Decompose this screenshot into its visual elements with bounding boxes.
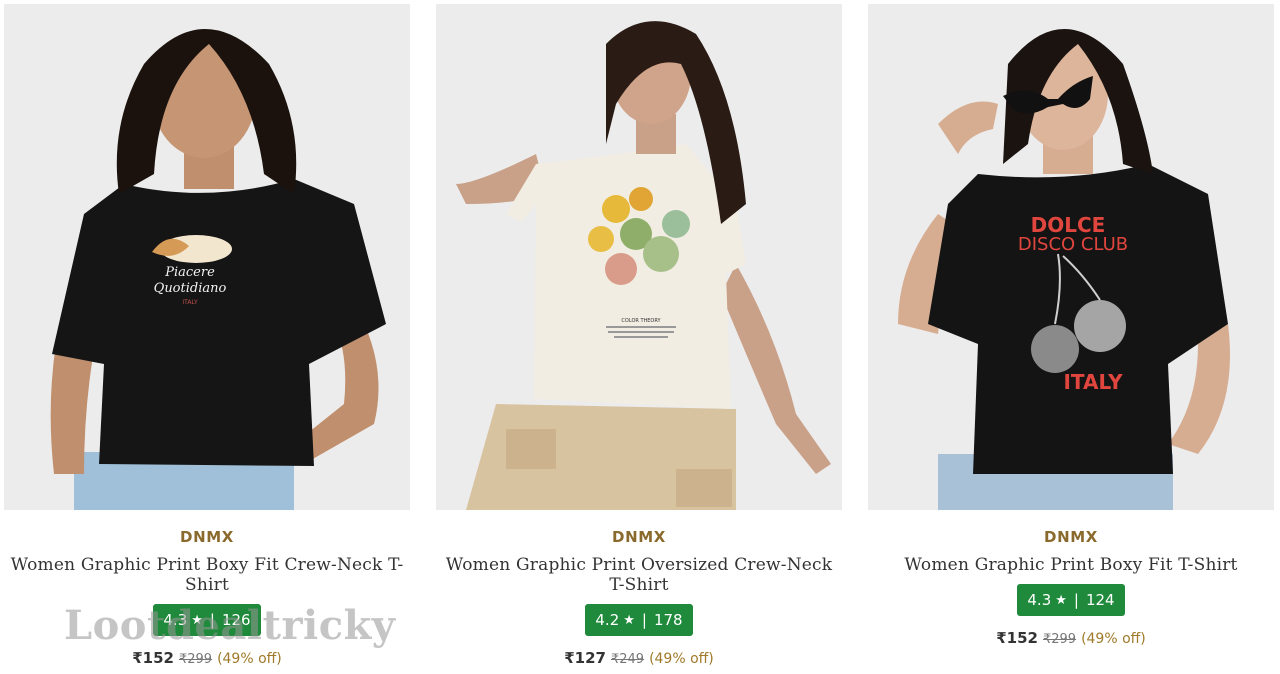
discount-percent: (49% off) xyxy=(217,651,282,667)
rating-value: 4.3 xyxy=(163,611,188,629)
product-title[interactable]: Women Graphic Print Boxy Fit Crew-Neck T… xyxy=(7,555,407,595)
product-title[interactable]: Women Graphic Print Oversized Crew-Neck … xyxy=(439,555,839,595)
product-image[interactable]: COLOR THEORY xyxy=(436,4,842,510)
brand-name: DNMX xyxy=(612,528,666,546)
rating-badge: 4.3 ★ | 126 xyxy=(153,604,261,636)
mrp-price: ₹299 xyxy=(1042,632,1077,647)
print-line-1: COLOR THEORY xyxy=(621,318,661,324)
review-count: 124 xyxy=(1085,591,1115,609)
rating-value: 4.3 xyxy=(1027,591,1052,609)
rating-separator: | xyxy=(641,611,647,629)
rating-separator: | xyxy=(1073,591,1079,609)
print-line-3: ITALY xyxy=(1063,370,1123,394)
selling-price: ₹152 xyxy=(996,629,1038,647)
discount-percent: (49% off) xyxy=(1081,631,1146,647)
product-image[interactable]: DOLCE DISCO CLUB ITALY xyxy=(868,4,1274,510)
review-count: 126 xyxy=(221,611,251,629)
rating-value: 4.2 xyxy=(595,611,620,629)
star-icon: ★ xyxy=(191,612,203,628)
mrp-price: ₹299 xyxy=(178,652,213,667)
rating-separator: | xyxy=(209,611,215,629)
discount-percent: (49% off) xyxy=(649,651,714,667)
brand-name: DNMX xyxy=(180,528,234,546)
mrp-price: ₹249 xyxy=(610,652,645,667)
print-line-2: DISCO CLUB xyxy=(1018,234,1128,255)
price-row: ₹152 ₹299 (49% off) xyxy=(132,649,282,667)
product-card[interactable]: Piacere Quotidiano ITALY DNMX Women Grap… xyxy=(4,4,410,672)
rating-badge: 4.3 ★ | 124 xyxy=(1017,584,1125,616)
print-line-2: Quotidiano xyxy=(154,281,227,296)
review-count: 178 xyxy=(653,611,683,629)
print-line-1: Piacere xyxy=(164,265,215,280)
product-card[interactable]: COLOR THEORY DNMX Women Graphic Print Ov… xyxy=(436,4,842,672)
price-row: ₹127 ₹249 (49% off) xyxy=(564,649,714,667)
selling-price: ₹127 xyxy=(564,649,606,667)
price-row: ₹152 ₹299 (49% off) xyxy=(996,629,1146,647)
rating-badge: 4.2 ★ | 178 xyxy=(585,604,693,636)
model-photo: DOLCE DISCO CLUB ITALY xyxy=(868,4,1274,510)
product-card[interactable]: DOLCE DISCO CLUB ITALY DNMX Women Graphi… xyxy=(868,4,1274,672)
model-photo: Piacere Quotidiano ITALY xyxy=(4,4,410,510)
model-photo: COLOR THEORY xyxy=(436,4,842,510)
star-icon: ★ xyxy=(623,612,635,628)
brand-name: DNMX xyxy=(1044,528,1098,546)
star-icon: ★ xyxy=(1055,592,1067,608)
product-image[interactable]: Piacere Quotidiano ITALY xyxy=(4,4,410,510)
selling-price: ₹152 xyxy=(132,649,174,667)
product-title[interactable]: Women Graphic Print Boxy Fit T-Shirt xyxy=(904,555,1237,575)
print-line-3: ITALY xyxy=(182,299,198,306)
